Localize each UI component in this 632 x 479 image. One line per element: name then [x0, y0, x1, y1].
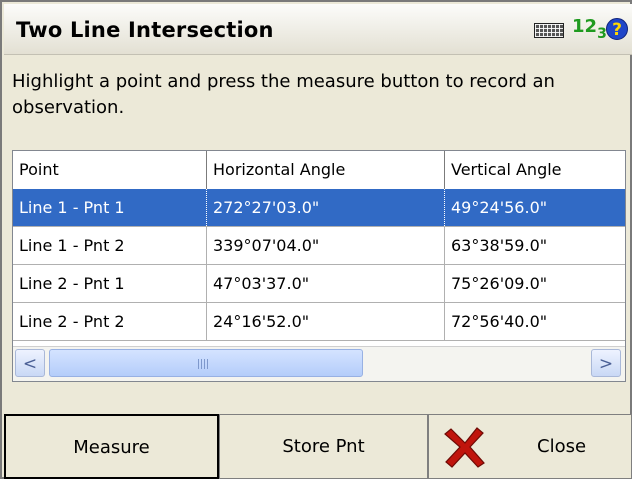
cell-point: Line 1 - Pnt 2 [13, 227, 207, 264]
numeric-glyph-major: 1 [572, 16, 585, 37]
cell-point: Line 2 - Pnt 2 [13, 303, 207, 340]
table-row[interactable]: Line 1 - Pnt 2 339°07'04.0" 63°38'59.0" [13, 227, 625, 265]
close-button-label: Close [537, 436, 587, 457]
cell-point: Line 1 - Pnt 1 [13, 189, 207, 226]
cell-horizontal-angle: 47°03'37.0" [207, 265, 445, 302]
measure-button[interactable]: Measure [4, 414, 219, 479]
table-row[interactable]: Line 2 - Pnt 2 24°16'52.0" 72°56'40.0" [13, 303, 625, 341]
cell-vertical-angle: 72°56'40.0" [445, 303, 625, 340]
help-icon[interactable]: ? [606, 18, 628, 40]
close-x-icon [444, 427, 485, 468]
cell-vertical-angle: 63°38'59.0" [445, 227, 625, 264]
cell-point: Line 2 - Pnt 1 [13, 265, 207, 302]
cell-vertical-angle: 75°26'09.0" [445, 265, 625, 302]
table-row[interactable]: Line 2 - Pnt 1 47°03'37.0" 75°26'09.0" [13, 265, 625, 303]
scrollbar-thumb[interactable] [49, 349, 363, 377]
horizontal-scrollbar[interactable]: < > [13, 346, 625, 381]
column-header-horizontal-angle[interactable]: Horizontal Angle [207, 151, 445, 189]
store-point-button[interactable]: Store Pnt [219, 414, 428, 479]
numeric-input-icon[interactable]: 123 [572, 16, 607, 42]
table-row[interactable]: Line 1 - Pnt 1 272°27'03.0" 49°24'56.0" [13, 189, 625, 227]
scroll-left-button[interactable]: < [15, 349, 45, 377]
table-header: Point Horizontal Angle Vertical Angle [13, 151, 625, 190]
instructions-text: Highlight a point and press the measure … [12, 71, 555, 118]
button-bar: Measure Store Pnt Close [4, 414, 632, 479]
observations-table: Point Horizontal Angle Vertical Angle Li… [12, 150, 626, 382]
scroll-right-button[interactable]: > [591, 349, 621, 377]
cell-vertical-angle: 49°24'56.0" [445, 189, 625, 226]
title-bar: Two Line Intersection 123 ? [4, 4, 632, 55]
cell-horizontal-angle: 24°16'52.0" [207, 303, 445, 340]
dialog-window: Two Line Intersection 123 ? Highlight a … [0, 0, 632, 479]
window-title: Two Line Intersection [16, 18, 274, 42]
close-button[interactable]: Close [428, 414, 632, 479]
cell-horizontal-angle: 339°07'04.0" [207, 227, 445, 264]
cell-horizontal-angle: 272°27'03.0" [207, 189, 445, 226]
column-header-vertical-angle[interactable]: Vertical Angle [445, 151, 625, 189]
column-header-point[interactable]: Point [13, 151, 207, 189]
numeric-glyph-minor: 2 [584, 16, 598, 37]
scrollbar-grip-icon [198, 359, 210, 369]
keyboard-icon[interactable] [534, 23, 564, 38]
